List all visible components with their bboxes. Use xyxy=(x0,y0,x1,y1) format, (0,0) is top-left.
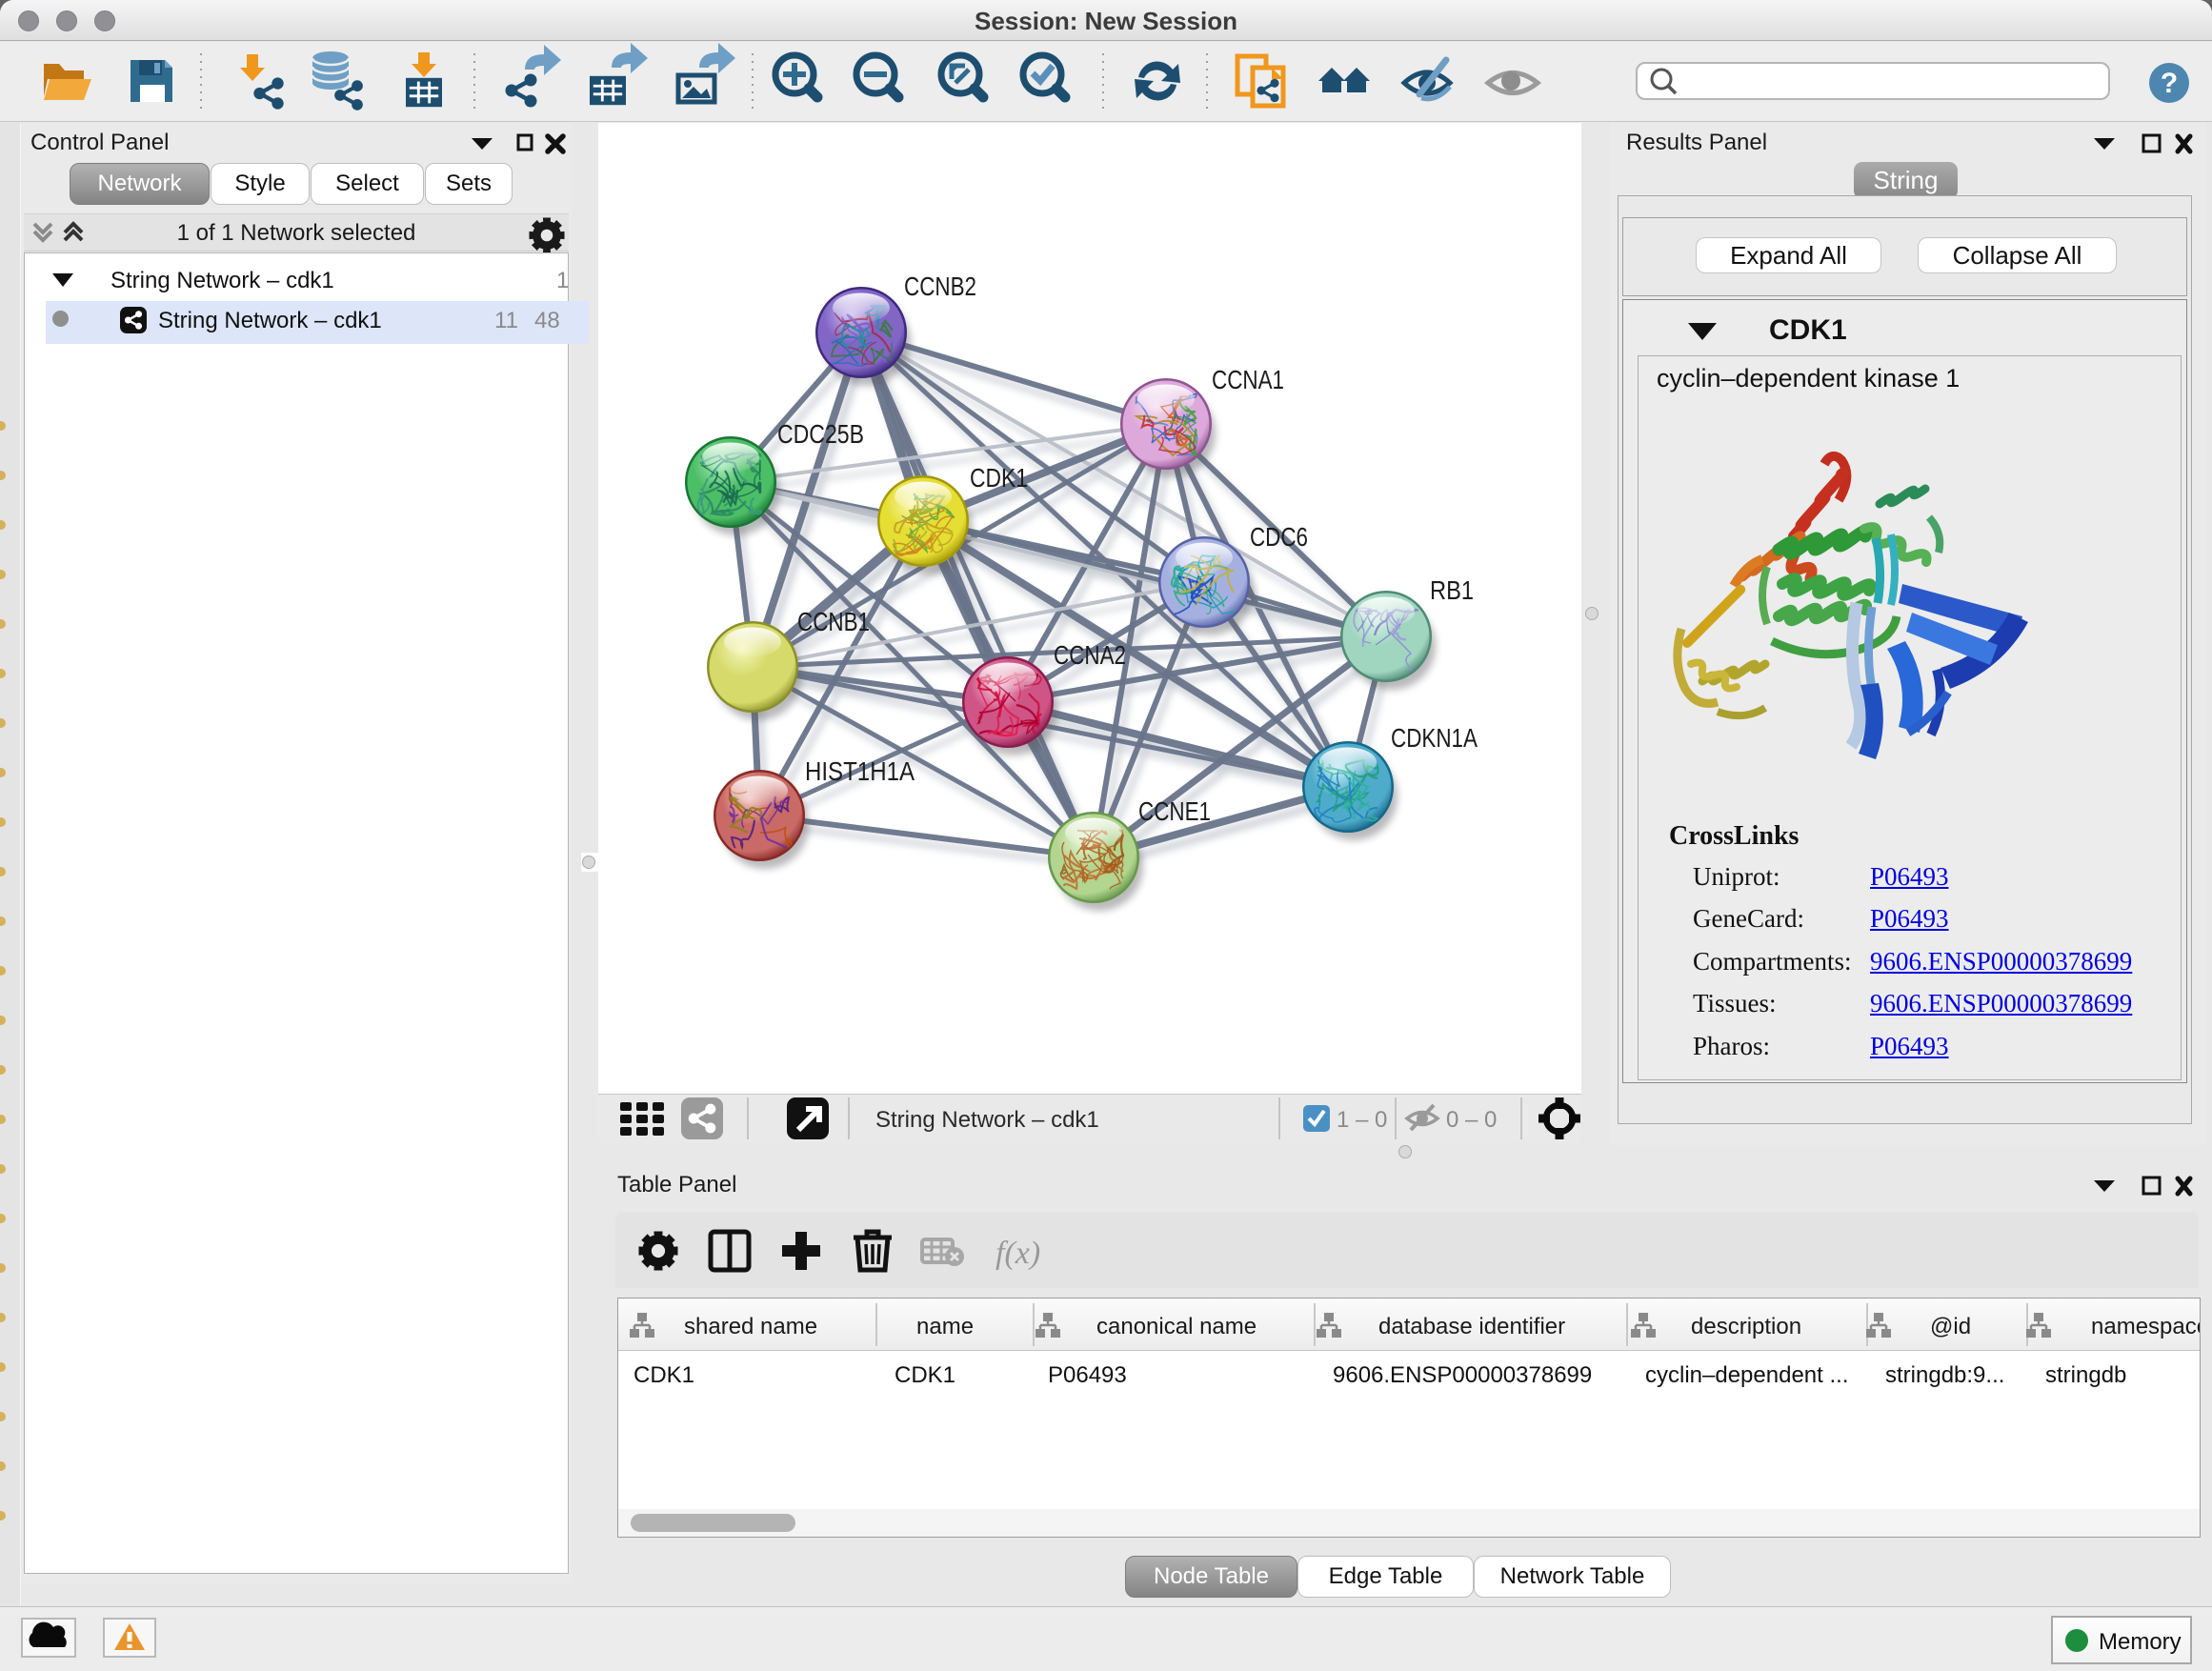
svg-text:@id: @id xyxy=(1930,1314,1971,1339)
svg-text:CDC6: CDC6 xyxy=(1250,522,1308,552)
svg-text:namespace: namespace xyxy=(2091,1314,2200,1339)
svg-text:CDC25B: CDC25B xyxy=(777,419,864,449)
svg-text:f(x): f(x) xyxy=(995,1236,1040,1271)
svg-text:CCNB2: CCNB2 xyxy=(904,272,976,301)
svg-text:shared name: shared name xyxy=(684,1314,817,1339)
svg-text:cyclin–dependent ...: cyclin–dependent ... xyxy=(1645,1362,1848,1388)
svg-text:canonical name: canonical name xyxy=(1096,1314,1257,1339)
svg-text:database identifier: database identifier xyxy=(1378,1314,1565,1339)
svg-text:1 – 0: 1 – 0 xyxy=(1337,1107,1387,1133)
svg-text:9606.ENSP00000378699: 9606.ENSP00000378699 xyxy=(1333,1362,1592,1388)
svg-text:stringdb:9...: stringdb:9... xyxy=(1885,1362,2004,1388)
svg-text:?: ? xyxy=(2161,68,2178,99)
svg-text:stringdb: stringdb xyxy=(2045,1362,2126,1388)
svg-text:CCNA1: CCNA1 xyxy=(1212,365,1284,394)
svg-text:CCNB1: CCNB1 xyxy=(797,607,870,636)
svg-text:name: name xyxy=(916,1314,974,1339)
svg-text:P06493: P06493 xyxy=(1048,1362,1127,1388)
svg-text:RB1: RB1 xyxy=(1430,575,1474,605)
svg-text:CDK1: CDK1 xyxy=(633,1362,694,1388)
svg-text:0 – 0: 0 – 0 xyxy=(1446,1107,1497,1133)
svg-text:String Network – cdk1: String Network – cdk1 xyxy=(875,1107,1099,1133)
svg-text:CDK1: CDK1 xyxy=(970,463,1028,493)
svg-text:description: description xyxy=(1691,1314,1801,1339)
svg-text:CCNE1: CCNE1 xyxy=(1138,796,1211,826)
svg-text:CDKN1A: CDKN1A xyxy=(1391,723,1478,753)
svg-text:HIST1H1A: HIST1H1A xyxy=(805,756,915,786)
svg-text:CCNA2: CCNA2 xyxy=(1054,640,1126,670)
svg-text:CDK1: CDK1 xyxy=(895,1362,955,1388)
